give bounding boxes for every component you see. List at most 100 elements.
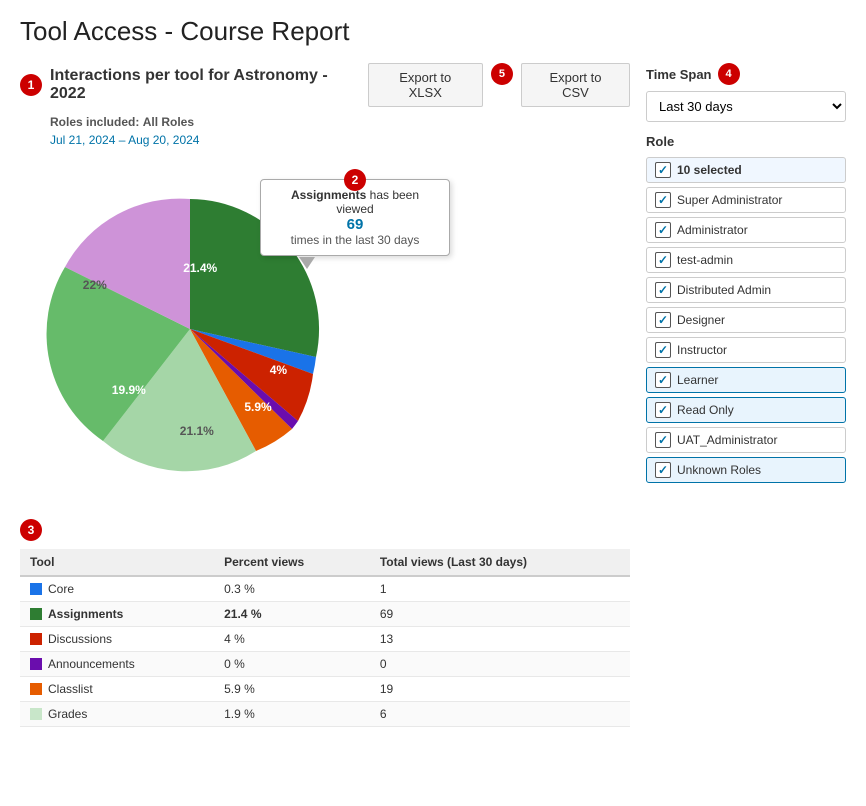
tool-name-1: Assignments xyxy=(48,607,123,621)
label-other: 19.9% xyxy=(112,383,146,397)
tool-color-5 xyxy=(30,708,42,720)
export-csv-button[interactable]: Export to CSV xyxy=(521,63,630,107)
role-label-0: 10 selected xyxy=(677,163,742,177)
tool-cell-3: Announcements xyxy=(20,652,214,677)
role-item-8[interactable]: Read Only xyxy=(646,397,846,423)
export-xlsx-button[interactable]: Export to XLSX xyxy=(368,63,483,107)
table-row-3: Announcements0 %0 xyxy=(20,652,630,677)
tool-cell-4: Classlist xyxy=(20,677,214,702)
label-discussions: 4% xyxy=(270,363,287,377)
role-item-10[interactable]: Unknown Roles xyxy=(646,457,846,483)
tool-name-4: Classlist xyxy=(48,682,93,696)
total-cell-4: 19 xyxy=(370,677,630,702)
timespan-select[interactable]: Last 30 daysLast 7 daysLast 90 daysCusto… xyxy=(646,91,846,122)
pie-wrapper: 21.4% 4% 5.9% 21.1% 19.9% 22% 2 Assignme… xyxy=(20,159,360,499)
role-checkbox-2[interactable] xyxy=(655,222,671,238)
export-buttons: Export to XLSX 5 Export to CSV xyxy=(368,63,630,107)
role-label-5: Designer xyxy=(677,313,725,327)
role-checkbox-5[interactable] xyxy=(655,312,671,328)
page-title: Tool Access - Course Report xyxy=(20,16,846,47)
tooltip-arrow xyxy=(299,257,315,269)
role-item-3[interactable]: test-admin xyxy=(646,247,846,273)
role-checkbox-4[interactable] xyxy=(655,282,671,298)
percent-value-1: 21.4 % xyxy=(224,607,261,621)
data-table: Tool Percent views Total views (Last 30 … xyxy=(20,549,630,727)
tool-color-4 xyxy=(30,683,42,695)
tool-color-0 xyxy=(30,583,42,595)
role-checkbox-8[interactable] xyxy=(655,402,671,418)
table-row-0: Core 0.3 % 1 xyxy=(20,576,630,602)
percent-value-2: 4 % xyxy=(224,632,245,646)
label-grades: 21.1% xyxy=(180,424,214,438)
date-range: Jul 21, 2024 – Aug 20, 2024 xyxy=(50,133,630,147)
role-item-1[interactable]: Super Administrator xyxy=(646,187,846,213)
percent-value-0: 0.3 % xyxy=(224,582,255,596)
total-cell-5: 6 xyxy=(370,702,630,727)
role-label-10: Unknown Roles xyxy=(677,463,761,477)
role-item-6[interactable]: Instructor xyxy=(646,337,846,363)
badge-1: 1 xyxy=(20,74,42,96)
role-label-6: Instructor xyxy=(677,343,727,357)
role-item-4[interactable]: Distributed Admin xyxy=(646,277,846,303)
role-checkbox-6[interactable] xyxy=(655,342,671,358)
col-total: Total views (Last 30 days) xyxy=(370,549,630,576)
tooltip-badge: 2 xyxy=(344,169,366,191)
role-label-2: Administrator xyxy=(677,223,748,237)
role-label-4: Distributed Admin xyxy=(677,283,771,297)
role-checkbox-0[interactable] xyxy=(655,162,671,178)
role-item-2[interactable]: Administrator xyxy=(646,217,846,243)
tool-cell-0: Core xyxy=(20,576,214,602)
tooltip-suffix: times in the last 30 days xyxy=(291,233,420,247)
main-content: 1 Interactions per tool for Astronomy - … xyxy=(20,63,846,727)
percent-cell-3: 0 % xyxy=(214,652,370,677)
percent-cell-1: 21.4 % xyxy=(214,602,370,627)
percent-cell-5: 1.9 % xyxy=(214,702,370,727)
role-item-7[interactable]: Learner xyxy=(646,367,846,393)
tool-color-2 xyxy=(30,633,42,645)
label-assignments: 21.4% xyxy=(183,261,217,275)
role-label-9: UAT_Administrator xyxy=(677,433,777,447)
tool-cell-1: Assignments xyxy=(20,602,214,627)
role-label-7: Learner xyxy=(677,373,718,387)
tooltip-content: Assignments has been viewed 69 times in … xyxy=(273,188,437,247)
role-checkbox-10[interactable] xyxy=(655,462,671,478)
role-item-5[interactable]: Designer xyxy=(646,307,846,333)
col-percent: Percent views xyxy=(214,549,370,576)
percent-value-5: 1.9 % xyxy=(224,707,255,721)
label-classlist: 5.9% xyxy=(244,400,271,414)
tool-name-5: Grades xyxy=(48,707,87,721)
percent-value-3: 0 % xyxy=(224,657,245,671)
badge-5: 5 xyxy=(491,63,513,85)
tool-cell-2: Discussions xyxy=(20,627,214,652)
roles-list: 10 selected Super Administrator Administra… xyxy=(646,157,846,483)
role-item-9[interactable]: UAT_Administrator xyxy=(646,427,846,453)
roles-included-label: Roles included: xyxy=(50,115,139,129)
role-checkbox-9[interactable] xyxy=(655,432,671,448)
table-row-5: Grades 1.9 % 6 xyxy=(20,702,630,727)
role-checkbox-3[interactable] xyxy=(655,252,671,268)
percent-cell-0: 0.3 % xyxy=(214,576,370,602)
table-row-1: Assignments 21.4 % 69 xyxy=(20,602,630,627)
left-panel: 1 Interactions per tool for Astronomy - … xyxy=(20,63,630,727)
tool-name-0: Core xyxy=(48,582,74,596)
role-label-3: test-admin xyxy=(677,253,733,267)
tooltip-count: 69 xyxy=(273,216,437,233)
tooltip: 2 Assignments has been viewed 69 times i… xyxy=(260,179,450,256)
badge-4: 4 xyxy=(718,63,740,85)
tool-name-3: Announcements xyxy=(48,657,135,671)
badge-3: 3 xyxy=(20,519,42,541)
label-purple: 22% xyxy=(83,278,107,292)
tool-cell-5: Grades xyxy=(20,702,214,727)
table-row-2: Discussions4 %13 xyxy=(20,627,630,652)
total-cell-1: 69 xyxy=(370,602,630,627)
total-cell-0: 1 xyxy=(370,576,630,602)
section-header: 1 Interactions per tool for Astronomy - … xyxy=(20,63,630,107)
role-item-0[interactable]: 10 selected xyxy=(646,157,846,183)
page-container: Tool Access - Course Report 1 Interactio… xyxy=(0,0,866,743)
role-label-8: Read Only xyxy=(677,403,734,417)
section-title: Interactions per tool for Astronomy - 20… xyxy=(50,67,360,103)
percent-cell-4: 5.9 % xyxy=(214,677,370,702)
role-checkbox-1[interactable] xyxy=(655,192,671,208)
table-section: 3 Tool Percent views Total views (Last 3… xyxy=(20,519,630,727)
role-checkbox-7[interactable] xyxy=(655,372,671,388)
